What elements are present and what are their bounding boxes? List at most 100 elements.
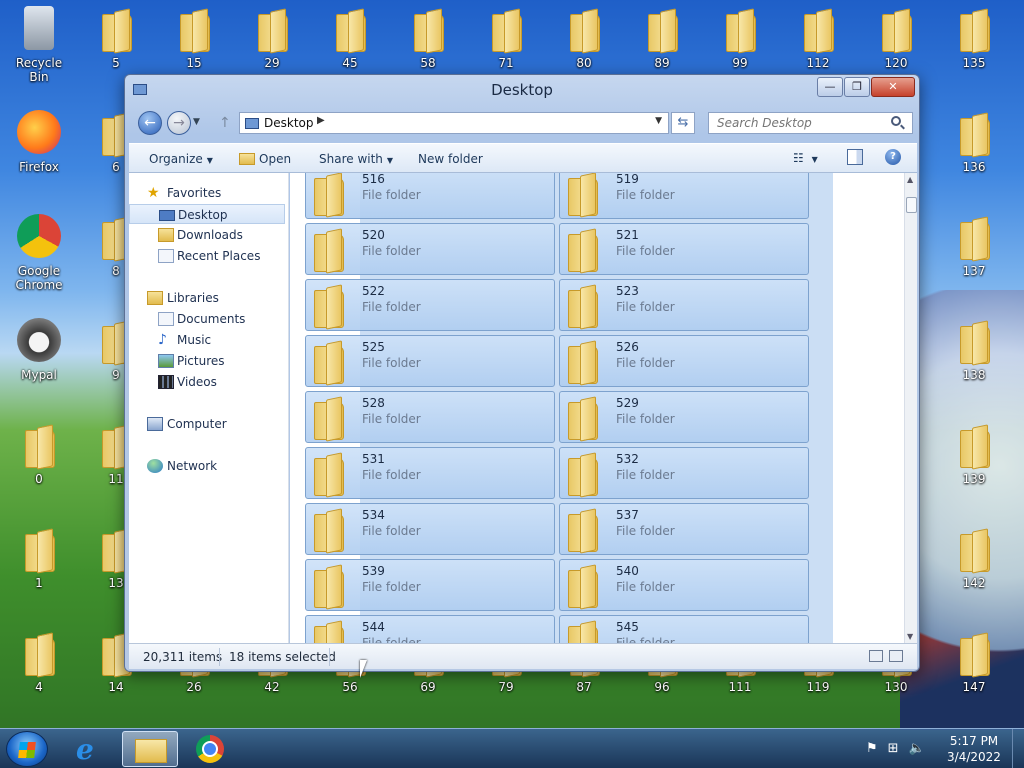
- desktop-icon-item[interactable]: 45: [320, 4, 380, 84]
- volume-icon[interactable]: 🔈: [909, 741, 925, 756]
- desktop-icon-item[interactable]: 120: [866, 4, 926, 84]
- desktop-icon-item[interactable]: 80: [554, 4, 614, 84]
- folder-tile[interactable]: 522 File folder: [305, 279, 555, 331]
- help-icon[interactable]: ?: [885, 149, 901, 165]
- folder-tile[interactable]: 523 File folder: [559, 279, 809, 331]
- folder-tile[interactable]: 528 File folder: [305, 391, 555, 443]
- folder-type: File folder: [616, 580, 675, 594]
- desktop-icon-item[interactable]: 112: [788, 4, 848, 84]
- address-crumb[interactable]: Desktop: [264, 116, 314, 130]
- maximize-button[interactable]: ❐: [844, 77, 870, 97]
- title-bar[interactable]: Desktop — ❐ ✕: [125, 75, 919, 105]
- new-folder-button[interactable]: New folder: [418, 152, 483, 166]
- folder-tile[interactable]: 516 File folder: [305, 173, 555, 219]
- vertical-scrollbar[interactable]: ▲ ▼: [904, 173, 917, 643]
- folder-icon: [566, 510, 598, 552]
- scroll-up-icon[interactable]: ▲: [907, 175, 913, 184]
- desktop-icon-item[interactable]: 0: [9, 420, 69, 500]
- taskbar-windows-explorer[interactable]: [122, 731, 178, 767]
- folder-tile[interactable]: 534 File folder: [305, 503, 555, 555]
- desktop-icon-item[interactable]: 138: [944, 316, 1004, 396]
- desktop-icon-item[interactable]: 15: [164, 4, 224, 84]
- folder-tile[interactable]: 545 File folder: [559, 615, 809, 643]
- action-center-flag-icon[interactable]: ⚑: [866, 741, 878, 756]
- nav-recent-places[interactable]: Recent Places: [129, 246, 285, 266]
- folder-tile[interactable]: 519 File folder: [559, 173, 809, 219]
- back-button[interactable]: ←: [138, 111, 162, 135]
- desktop-icon-item[interactable]: Mypal: [9, 316, 69, 396]
- nav-network[interactable]: Network: [129, 456, 285, 476]
- taskbar-internet-explorer[interactable]: e: [62, 731, 118, 767]
- file-list[interactable]: 516 File folder 519 File folder 520 File fold…: [290, 173, 904, 643]
- desktop-icon-label: 130: [884, 680, 908, 694]
- folder-tile[interactable]: 532 File folder: [559, 447, 809, 499]
- desktop-icon-item[interactable]: 5: [86, 4, 146, 84]
- folder-tile[interactable]: 540 File folder: [559, 559, 809, 611]
- desktop-icon-item[interactable]: 1: [9, 524, 69, 604]
- scroll-down-icon[interactable]: ▼: [907, 632, 913, 641]
- crumb-arrow-icon[interactable]: ▶: [317, 115, 325, 126]
- nav-computer[interactable]: Computer: [129, 414, 285, 434]
- nav-music[interactable]: ♪ Music: [129, 330, 285, 350]
- nav-desktop[interactable]: Desktop: [129, 204, 285, 224]
- desktop-icon-item[interactable]: 58: [398, 4, 458, 84]
- desktop-icon-item[interactable]: Firefox: [9, 108, 69, 188]
- desktop-icon-item[interactable]: 135: [944, 4, 1004, 84]
- folder-tile[interactable]: 525 File folder: [305, 335, 555, 387]
- chrome-icon: [196, 735, 224, 763]
- desktop-icon-item[interactable]: 139: [944, 420, 1004, 500]
- folder-icon: [23, 634, 55, 676]
- address-bar[interactable]: Desktop ▶ ▼: [239, 112, 669, 134]
- search-input[interactable]: [708, 112, 913, 134]
- nav-documents[interactable]: Documents: [129, 309, 285, 329]
- change-view-button[interactable]: ☷ ▼: [793, 151, 818, 165]
- desktop-icon-item[interactable]: 4: [9, 628, 69, 708]
- desktop-icon-item[interactable]: 147: [944, 628, 1004, 708]
- scroll-thumb[interactable]: [906, 197, 917, 213]
- nav-favorites[interactable]: ★ Favorites: [129, 183, 285, 203]
- large-icons-view-icon[interactable]: [889, 650, 903, 662]
- desktop-icon-item[interactable]: 99: [710, 4, 770, 84]
- taskbar-google-chrome[interactable]: [182, 731, 238, 767]
- nav-pictures[interactable]: Pictures: [129, 351, 285, 371]
- network-tray-icon[interactable]: ⊞: [888, 741, 899, 756]
- folder-tile[interactable]: 544 File folder: [305, 615, 555, 643]
- desktop-icon-item[interactable]: 71: [476, 4, 536, 84]
- forward-button[interactable]: →: [167, 111, 191, 135]
- desktop-icon-item[interactable]: 136: [944, 108, 1004, 188]
- status-bar: 20,311 items 18 items selected: [129, 643, 917, 669]
- folder-tile[interactable]: 520 File folder: [305, 223, 555, 275]
- folder-tile[interactable]: 537 File folder: [559, 503, 809, 555]
- address-dropdown-icon[interactable]: ▼: [655, 116, 662, 126]
- desktop-icon-item[interactable]: Recycle Bin: [9, 4, 69, 84]
- folder-tile[interactable]: 539 File folder: [305, 559, 555, 611]
- minimize-button[interactable]: —: [817, 77, 843, 97]
- preview-pane-button[interactable]: [847, 149, 863, 165]
- search-icon[interactable]: [891, 116, 901, 126]
- details-view-icon[interactable]: [869, 650, 883, 662]
- nav-downloads[interactable]: Downloads: [129, 225, 285, 245]
- start-button[interactable]: [6, 731, 48, 767]
- desktop-icon-label: 45: [342, 56, 358, 70]
- nav-libraries[interactable]: Libraries: [129, 288, 285, 308]
- desktop-icon-item[interactable]: Google Chrome: [9, 212, 69, 292]
- folder-tile[interactable]: 529 File folder: [559, 391, 809, 443]
- organize-button[interactable]: Organize ▼: [149, 152, 213, 166]
- open-button[interactable]: Open: [239, 152, 291, 166]
- refresh-button[interactable]: ⇆: [671, 112, 695, 134]
- folder-tile[interactable]: 521 File folder: [559, 223, 809, 275]
- desktop-icon-item[interactable]: 29: [242, 4, 302, 84]
- desktop-icon-item[interactable]: 137: [944, 212, 1004, 292]
- folder-type: File folder: [362, 580, 421, 594]
- up-arrow-icon[interactable]: ↑: [219, 115, 231, 131]
- desktop-icon-item[interactable]: 89: [632, 4, 692, 84]
- folder-tile[interactable]: 526 File folder: [559, 335, 809, 387]
- clock[interactable]: 5:17 PM 3/4/2022: [944, 733, 1004, 765]
- show-desktop-button[interactable]: [1012, 729, 1024, 768]
- share-with-button[interactable]: Share with ▼: [319, 152, 393, 166]
- folder-tile[interactable]: 531 File folder: [305, 447, 555, 499]
- close-button[interactable]: ✕: [871, 77, 915, 97]
- recent-pages-dropdown-icon[interactable]: ▼: [193, 117, 200, 127]
- nav-videos[interactable]: Videos: [129, 372, 285, 392]
- desktop-icon-item[interactable]: 142: [944, 524, 1004, 604]
